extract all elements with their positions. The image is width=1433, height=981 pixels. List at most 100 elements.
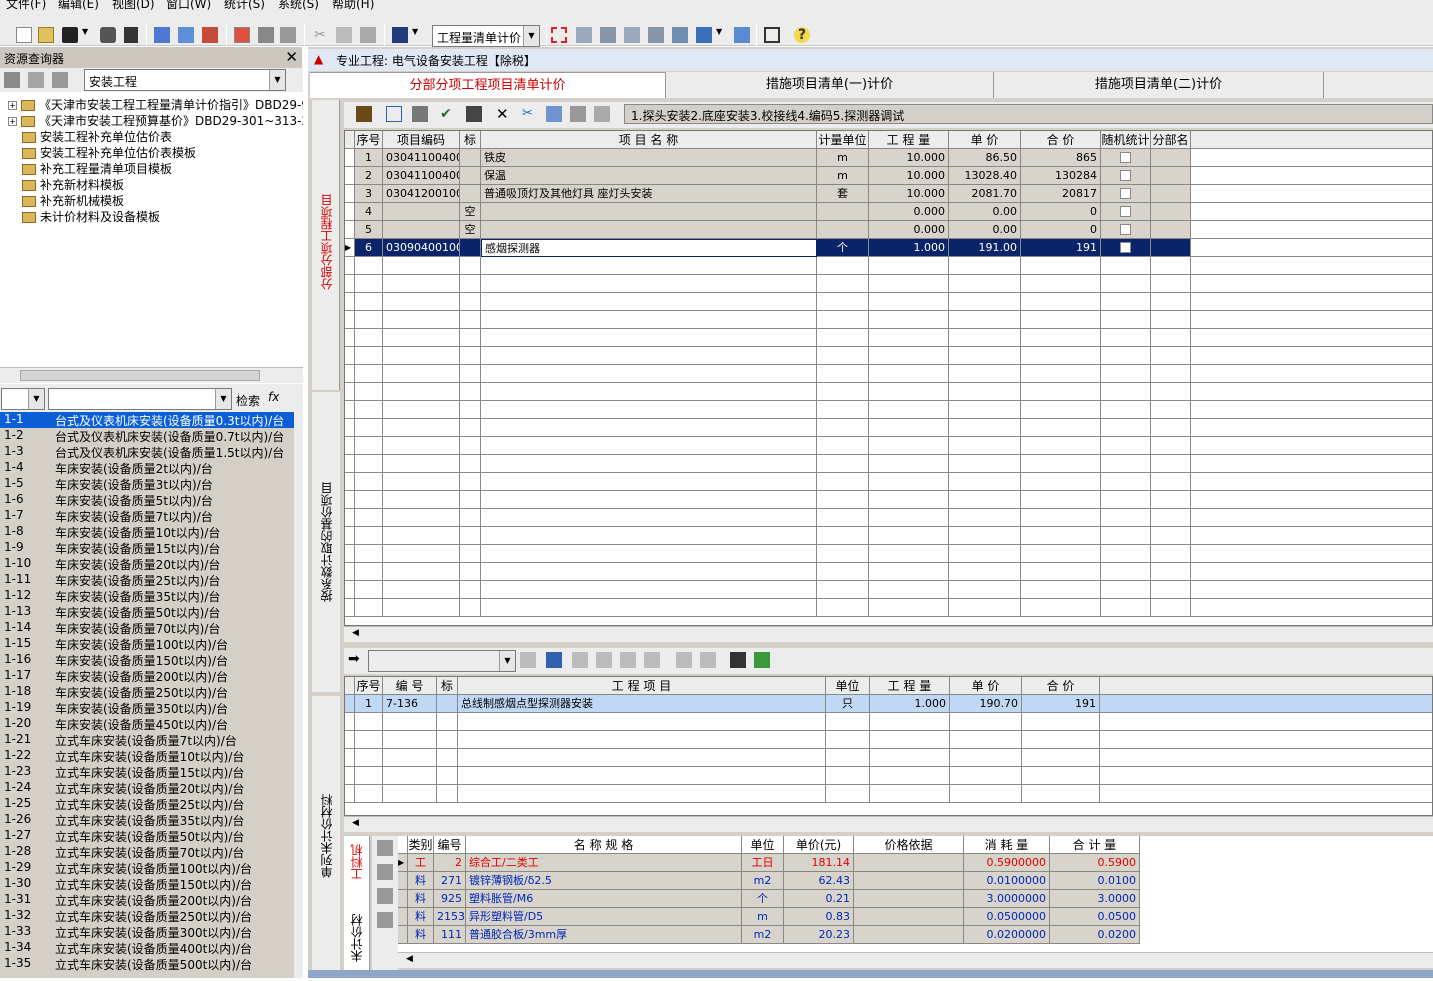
list-item[interactable]: 1-28 立式车床安装(设备质量70t以内)/台: [0, 844, 294, 860]
copy-icon[interactable]: [336, 27, 352, 43]
cell-code[interactable]: [383, 383, 460, 401]
cell[interactable]: [1101, 239, 1151, 257]
print-icon[interactable]: [100, 27, 116, 43]
cell[interactable]: [1191, 257, 1432, 275]
filter-icon[interactable]: [412, 106, 428, 122]
cell[interactable]: [1191, 419, 1432, 437]
cell-flag[interactable]: [460, 365, 481, 383]
cell-unit[interactable]: [817, 293, 869, 311]
cell-unit[interactable]: 套: [817, 185, 869, 203]
cell[interactable]: [1101, 599, 1151, 617]
cell-qty[interactable]: [869, 581, 949, 599]
cell[interactable]: [1151, 527, 1191, 545]
cell[interactable]: [1151, 149, 1191, 167]
cell-name[interactable]: 总线制感烟点型探测器安装: [458, 695, 826, 713]
cell-qty[interactable]: 10.000: [869, 185, 949, 203]
cell-total[interactable]: [1021, 347, 1101, 365]
list-item[interactable]: 1-34 立式车床安装(设备质量400t以内)/台: [0, 940, 294, 956]
cell[interactable]: [1100, 713, 1432, 731]
cell-total[interactable]: [1021, 491, 1101, 509]
cell[interactable]: [1101, 527, 1151, 545]
cell-code[interactable]: [383, 749, 437, 767]
cell-code[interactable]: [383, 419, 460, 437]
formula-icon[interactable]: fx: [268, 390, 279, 404]
tool-e-icon[interactable]: [620, 652, 636, 668]
cell-flag[interactable]: [437, 767, 458, 785]
cell-unit[interactable]: [817, 563, 869, 581]
window2-icon[interactable]: [600, 27, 616, 43]
window3-icon[interactable]: [624, 27, 640, 43]
cell[interactable]: [1101, 563, 1151, 581]
scroll-thumb[interactable]: [20, 370, 260, 381]
row-indicator[interactable]: [345, 329, 355, 347]
cell-flag[interactable]: [460, 473, 481, 491]
list-item[interactable]: 1-16 车床安装(设备质量150t以内)/台: [0, 652, 294, 668]
cell-qty[interactable]: [869, 347, 949, 365]
cell-total[interactable]: [1021, 473, 1101, 491]
menu-edit[interactable]: 编辑(E): [58, 0, 99, 10]
list-item[interactable]: 1-22 立式车床安装(设备质量10t以内)/台: [0, 748, 294, 764]
cell-qty[interactable]: [869, 275, 949, 293]
cell-flag[interactable]: [437, 731, 458, 749]
tool-d-icon[interactable]: [596, 652, 612, 668]
cell-seq[interactable]: [355, 419, 383, 437]
cell-flag[interactable]: [460, 383, 481, 401]
cell-name[interactable]: [481, 275, 817, 293]
cell-price[interactable]: 191.00: [949, 239, 1021, 257]
cell[interactable]: [1151, 275, 1191, 293]
cell-total[interactable]: [1021, 365, 1101, 383]
cell-unit[interactable]: [817, 491, 869, 509]
cell-qty[interactable]: [869, 455, 949, 473]
cell-total[interactable]: 865: [1021, 149, 1101, 167]
check-mark-icon[interactable]: ✔: [440, 106, 456, 122]
cell-unit[interactable]: [817, 347, 869, 365]
random-stat-checkbox[interactable]: [1120, 206, 1131, 217]
cell-name[interactable]: [481, 473, 817, 491]
cell-name[interactable]: [481, 491, 817, 509]
cell-unit[interactable]: [817, 599, 869, 617]
cell-code[interactable]: [383, 365, 460, 383]
cell-code[interactable]: [383, 203, 460, 221]
row-indicator[interactable]: [345, 203, 355, 221]
cell-price[interactable]: [950, 731, 1022, 749]
cell-total[interactable]: [1021, 437, 1101, 455]
row-indicator[interactable]: [345, 275, 355, 293]
cell-total[interactable]: 0.0500: [1050, 908, 1140, 926]
tool-a-icon[interactable]: [520, 652, 536, 668]
cell-seq[interactable]: [355, 509, 383, 527]
chart-icon[interactable]: [202, 27, 218, 43]
list-item[interactable]: 1-30 立式车床安装(设备质量150t以内)/台: [0, 876, 294, 892]
cell-qty[interactable]: [869, 311, 949, 329]
cell[interactable]: [1101, 437, 1151, 455]
list-item[interactable]: 1-3 台式及仪表机床安装(设备质量1.5t以内)/台: [0, 444, 294, 460]
row-indicator[interactable]: [398, 908, 408, 926]
cell-name[interactable]: [458, 767, 826, 785]
tool-g-icon[interactable]: [676, 652, 692, 668]
cell[interactable]: [1191, 401, 1432, 419]
cell-seq[interactable]: [355, 599, 383, 617]
save-icon[interactable]: [62, 27, 78, 43]
cell[interactable]: [345, 731, 355, 749]
cell-seq[interactable]: [355, 581, 383, 599]
cell-qty[interactable]: [869, 563, 949, 581]
tool-h-icon[interactable]: [700, 652, 716, 668]
cell[interactable]: [1191, 221, 1432, 239]
save-dropdown-icon[interactable]: ▼: [82, 27, 90, 43]
cell-consume[interactable]: 0.5900000: [964, 854, 1050, 872]
row-indicator[interactable]: ▶: [398, 854, 408, 872]
cell-price[interactable]: 2081.70: [949, 185, 1021, 203]
cell[interactable]: [1191, 581, 1432, 599]
window5-icon[interactable]: [672, 27, 688, 43]
cell[interactable]: [1151, 311, 1191, 329]
cell-price[interactable]: [949, 401, 1021, 419]
row-indicator[interactable]: [345, 419, 355, 437]
cell-unit[interactable]: [826, 713, 870, 731]
row-indicator[interactable]: [345, 383, 355, 401]
cell-total[interactable]: [1021, 401, 1101, 419]
cell-flag[interactable]: [460, 437, 481, 455]
close-icon[interactable]: ✕: [285, 48, 298, 66]
cell-total[interactable]: [1021, 563, 1101, 581]
tool2-icon[interactable]: [28, 72, 44, 88]
cell-seq[interactable]: [355, 785, 383, 803]
row-indicator[interactable]: [345, 491, 355, 509]
